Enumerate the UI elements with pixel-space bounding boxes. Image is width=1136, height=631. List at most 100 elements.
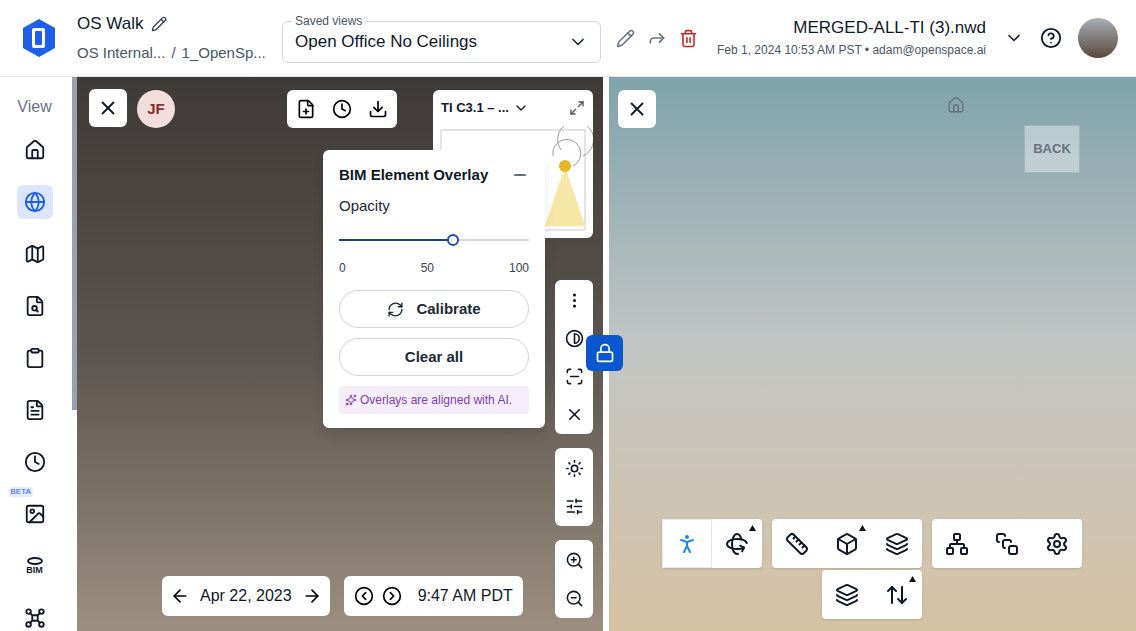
sidebar-item[interactable]	[17, 289, 53, 323]
walk-icon	[675, 532, 699, 556]
sidebar: View BETA BIM	[0, 77, 77, 631]
chevron-down-icon	[1004, 28, 1024, 48]
sidebar-item[interactable]: BETA	[17, 497, 53, 531]
close-viewer-button[interactable]	[89, 89, 127, 127]
file-search-icon	[24, 295, 46, 317]
next-date-button[interactable]	[302, 586, 322, 606]
more-button[interactable]	[555, 281, 593, 319]
sync-lock-button[interactable]	[586, 335, 623, 371]
model-tool-button[interactable]	[822, 570, 872, 619]
view-cube-face: BACK	[1033, 139, 1071, 159]
share-view-button[interactable]	[647, 28, 667, 48]
add-note-button[interactable]	[293, 94, 319, 124]
zoom-in-button[interactable]	[555, 541, 593, 579]
x-icon	[626, 98, 648, 120]
sidebar-item[interactable]	[17, 393, 53, 427]
help-button[interactable]	[1040, 27, 1062, 49]
globe-icon	[24, 191, 46, 213]
toolbar-group	[822, 570, 922, 619]
user-badge[interactable]: JF	[137, 90, 175, 128]
sun-icon	[565, 459, 584, 478]
model-name: MERGED-ALL-TI (3).nwd	[793, 18, 986, 38]
sidebar-item[interactable]	[17, 133, 53, 167]
model-tool-button[interactable]	[1032, 519, 1082, 568]
model-tool-button[interactable]	[712, 519, 762, 568]
previous-date-button[interactable]	[170, 586, 190, 606]
sidebar-item[interactable]	[17, 341, 53, 375]
compare-button[interactable]	[329, 94, 355, 124]
home-icon	[947, 96, 965, 114]
brightness-button[interactable]	[555, 449, 593, 487]
slider-thumb[interactable]	[447, 234, 459, 246]
model-tool-button[interactable]	[822, 519, 872, 568]
delete-view-button[interactable]	[679, 29, 698, 48]
download-button[interactable]	[365, 94, 391, 124]
capture-time[interactable]: 9:47 AM PDT	[418, 584, 513, 608]
photo-viewer[interactable]: JF TI C3.1 – ... BIM Element OverlayOpacit…	[77, 77, 603, 631]
viewer-toolbar	[555, 280, 593, 618]
gear-icon	[1045, 532, 1069, 556]
close-model-button[interactable]	[618, 90, 656, 128]
sidebar-item[interactable]: BIM	[17, 549, 53, 583]
model-tool-button[interactable]	[662, 519, 712, 568]
project-name: OS Walk	[77, 14, 143, 34]
sheets-icon	[995, 532, 1019, 556]
orbit-icon	[725, 532, 749, 556]
image-icon	[24, 503, 46, 525]
edit-icon[interactable]	[151, 16, 167, 32]
lock-icon	[595, 343, 615, 363]
ai-note: Overlays are aligned with AI.	[339, 386, 529, 414]
model-menu-button[interactable]	[1004, 28, 1024, 48]
expand-icon[interactable]	[569, 100, 585, 116]
model-tool-button[interactable]	[772, 519, 822, 568]
top-bar: OS WalkOS Internal.../1_OpenSp...Saved v…	[0, 0, 1136, 77]
view-cube[interactable]: BACK	[1024, 125, 1080, 173]
chevron-left-circle-icon	[354, 586, 374, 606]
sheet-select[interactable]: TI C3.1 – ...	[441, 98, 529, 118]
bim-overlay-panel: BIM Element OverlayOpacity050100Calibrat…	[323, 150, 545, 428]
x-icon	[97, 97, 119, 119]
close-overlay-button[interactable]	[555, 395, 593, 433]
bim-model-viewer[interactable]: BACK	[609, 77, 1136, 631]
download-icon	[368, 99, 388, 119]
sidebar-item[interactable]	[17, 237, 53, 271]
calibrate-icon	[387, 301, 404, 318]
model-tool-button[interactable]	[872, 519, 922, 568]
saved-views-select[interactable]: Saved viewsOpen Office No Ceilings	[282, 21, 601, 63]
model-tool-button[interactable]	[932, 519, 982, 568]
section-box-icon	[835, 532, 859, 556]
home-view-button[interactable]	[947, 96, 965, 114]
tree-icon	[945, 532, 969, 556]
zoom-out-button[interactable]	[555, 579, 593, 617]
sidebar-item[interactable]	[17, 445, 53, 479]
contrast-icon	[565, 329, 584, 348]
sidebar-item[interactable]	[17, 601, 53, 631]
openspace-logo-icon	[21, 18, 57, 58]
user-avatar[interactable]	[1078, 18, 1118, 58]
rename-view-button[interactable]	[616, 29, 635, 48]
model-tool-button[interactable]	[872, 570, 922, 619]
opacity-slider[interactable]	[339, 234, 529, 246]
breadcrumb-item[interactable]: 1_OpenSp...	[182, 43, 266, 63]
chevron-down-icon	[513, 100, 529, 116]
calibrate-button[interactable]: Calibrate	[339, 290, 529, 328]
clear-all-button[interactable]: Clear all	[339, 338, 529, 376]
arrow-left-icon	[170, 586, 190, 606]
clipboard-icon	[24, 347, 46, 369]
zoom-in-icon	[565, 551, 584, 570]
breadcrumb-item[interactable]: OS Internal...	[77, 43, 165, 63]
logo[interactable]	[0, 18, 77, 58]
capture-date[interactable]: Apr 22, 2023	[200, 584, 292, 608]
collapse-icon[interactable]	[511, 166, 529, 184]
sidebar-label: View	[17, 97, 51, 117]
sidebar-item[interactable]	[17, 185, 53, 219]
toolbar-group	[662, 519, 762, 568]
model-tool-button[interactable]	[982, 519, 1032, 568]
previous-time-button[interactable]	[354, 586, 374, 606]
opacity-label: Opacity	[339, 196, 529, 216]
next-time-button[interactable]	[382, 586, 402, 606]
saved-views-value: Open Office No Ceilings	[295, 29, 477, 55]
time-navigator: 9:47 AM PDT	[344, 576, 523, 616]
adjust-button[interactable]	[555, 487, 593, 525]
project-info: OS WalkOS Internal.../1_OpenSp...	[77, 14, 282, 63]
